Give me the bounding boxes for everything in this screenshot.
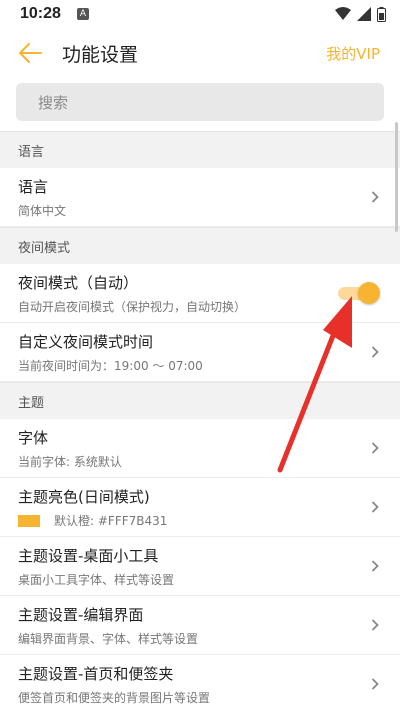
- settings-row-editor-theme[interactable]: 主题设置-编辑界面 编辑界面背景、字体、样式等设置: [0, 596, 400, 655]
- status-time: 10:28: [20, 5, 61, 22]
- search-container: 搜索: [0, 78, 400, 131]
- row-title: 语言: [18, 177, 49, 196]
- row-text: 主题设置-编辑界面 编辑界面背景、字体、样式等设置: [18, 604, 370, 647]
- color-swatch: [18, 515, 40, 527]
- row-text: 夜间模式（自动） 自动开启夜间模式（保护视力，自动切换）: [18, 272, 380, 315]
- settings-row-night-mode-auto: 夜间模式（自动） 自动开启夜间模式（保护视力，自动切换）: [0, 264, 400, 323]
- battery-icon: [377, 6, 386, 22]
- status-bar: 10:28 A: [0, 0, 400, 28]
- row-subtitle: 默认橙: #FFF7B431: [18, 512, 370, 529]
- chevron-right-icon: [370, 560, 380, 572]
- chevron-right-icon: [370, 501, 380, 513]
- row-subtitle: 编辑界面背景、字体、样式等设置: [18, 631, 199, 646]
- chevron-right-icon: [370, 678, 380, 690]
- app-bar: 功能设置 我的VIP: [0, 28, 400, 78]
- row-title: 自定义夜间模式时间: [18, 332, 154, 351]
- settings-row-font[interactable]: 字体 当前字体: 系统默认: [0, 419, 400, 478]
- page-title: 功能设置: [62, 43, 139, 66]
- section-header-theme: 主题: [0, 382, 400, 419]
- row-subtitle: 便签首页和便签夹的背景图片等设置: [18, 690, 211, 705]
- search-placeholder: 搜索: [38, 93, 69, 112]
- settings-row-theme-color[interactable]: 主题亮色(日间模式) 默认橙: #FFF7B431: [0, 478, 400, 537]
- toggle-thumb: [358, 282, 380, 304]
- signal-icon: [357, 7, 371, 21]
- chevron-right-icon: [370, 619, 380, 631]
- row-text: 主题亮色(日间模式) 默认橙: #FFF7B431: [18, 486, 370, 529]
- row-title: 主题亮色(日间模式): [18, 487, 150, 506]
- back-button[interactable]: [14, 37, 46, 69]
- section-header-night-mode: 夜间模式: [0, 227, 400, 264]
- row-subtitle: 自动开启夜间模式（保护视力，自动切换）: [18, 299, 247, 314]
- row-title: 夜间模式（自动）: [18, 273, 139, 292]
- row-title: 主题设置-编辑界面: [18, 605, 144, 624]
- row-text: 主题设置-首页和便签夹 便签首页和便签夹的背景图片等设置: [18, 663, 370, 706]
- search-input[interactable]: 搜索: [16, 83, 384, 121]
- back-arrow-icon: [19, 43, 42, 63]
- chevron-right-icon: [370, 442, 380, 454]
- wifi-icon: [335, 7, 351, 20]
- chevron-right-icon: [370, 346, 380, 358]
- status-icons: [335, 6, 386, 22]
- night-mode-toggle[interactable]: [338, 282, 380, 304]
- row-subtitle: 当前字体: 系统默认: [18, 454, 122, 469]
- notification-a-icon: A: [76, 8, 89, 20]
- settings-row-home-theme[interactable]: 主题设置-首页和便签夹 便签首页和便签夹的背景图片等设置: [0, 655, 400, 713]
- settings-row-custom-night-time[interactable]: 自定义夜间模式时间 当前夜间时间为：19:00 ～ 07:00: [0, 323, 400, 382]
- row-title: 主题设置-首页和便签夹: [18, 664, 174, 683]
- section-header-language: 语言: [0, 131, 400, 168]
- row-title: 字体: [18, 428, 49, 447]
- row-text: 自定义夜间模式时间 当前夜间时间为：19:00 ～ 07:00: [18, 331, 370, 374]
- color-value: 默认橙: #FFF7B431: [54, 513, 168, 528]
- row-subtitle: 桌面小工具字体、样式等设置: [18, 572, 175, 587]
- row-subtitle: 简体中文: [18, 203, 67, 218]
- row-text: 语言 简体中文: [18, 176, 370, 219]
- row-text: 字体 当前字体: 系统默认: [18, 427, 370, 470]
- settings-row-widget-theme[interactable]: 主题设置-桌面小工具 桌面小工具字体、样式等设置: [0, 537, 400, 596]
- row-subtitle: 当前夜间时间为：19:00 ～ 07:00: [18, 358, 203, 373]
- row-title: 主题设置-桌面小工具: [18, 546, 159, 565]
- settings-row-language[interactable]: 语言 简体中文: [0, 168, 400, 227]
- my-vip-button[interactable]: 我的VIP: [326, 43, 380, 64]
- scrollbar[interactable]: [395, 122, 398, 232]
- row-text: 主题设置-桌面小工具 桌面小工具字体、样式等设置: [18, 545, 370, 588]
- chevron-right-icon: [370, 191, 380, 203]
